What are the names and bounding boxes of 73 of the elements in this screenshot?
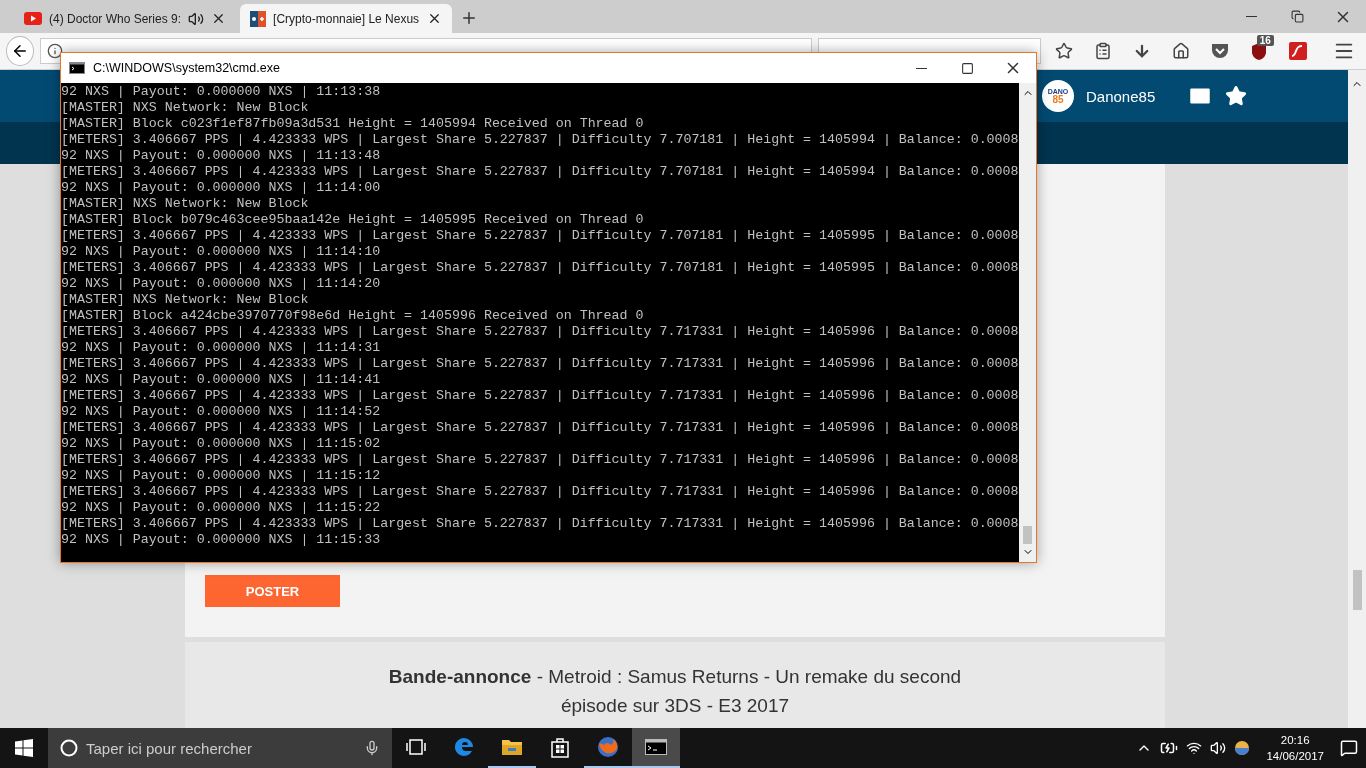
minimize-icon bbox=[1245, 16, 1257, 17]
console-line: 92 NXS | Payout: 0.000000 NXS | 11:14:41 bbox=[61, 372, 382, 388]
console-line: [METERS] 3.406667 PPS | 4.423333 WPS | Largest Share 5.227837 | Difficulty 7.717331 | Height = 1405996 | Balance: 0.0008 bbox=[61, 420, 1019, 436]
speaker-icon[interactable] bbox=[188, 10, 205, 27]
console-line: [METERS] 3.406667 PPS | 4.423333 WPS | Largest Share 5.227837 | Difficulty 7.717331 | Height = 1405996 | Balance: 0.0008 bbox=[61, 388, 1019, 404]
folder-icon bbox=[501, 737, 523, 757]
star-icon bbox=[1054, 42, 1073, 60]
video-logo-icon bbox=[24, 12, 42, 25]
console-icon bbox=[645, 739, 667, 755]
console-line: [METERS] 3.406667 PPS | 4.423333 WPS | Largest Share 5.227837 | Difficulty 7.717331 | Height = 1405996 | Balance: 0.0008 bbox=[61, 324, 1019, 340]
flash-icon bbox=[1289, 42, 1308, 60]
wifi-icon[interactable] bbox=[1186, 740, 1203, 756]
maximize-icon bbox=[960, 61, 974, 75]
ball-icon[interactable] bbox=[1234, 740, 1251, 756]
shield-button[interactable]: 16 bbox=[1242, 36, 1276, 66]
search-placeholder: Taper ici pour rechercher bbox=[86, 739, 253, 757]
console-line: [MASTER] Block a424cbe3970770f98e6d Height = 1405996 Received on Thread 0 bbox=[61, 308, 645, 324]
console-line: 92 NXS | Payout: 0.000000 NXS | 11:14:20 bbox=[61, 276, 382, 292]
trailer-headline[interactable]: Bande-annonce - Metroid : Samus Returns - Un remake du second épisode sur 3DS - E3 2017 bbox=[365, 662, 985, 728]
console-line: 92 NXS | Payout: 0.000000 NXS | 11:14:00 bbox=[61, 180, 382, 196]
console-line: 92 NXS | Payout: 0.000000 NXS | 11:15:22 bbox=[61, 500, 382, 516]
console-line: [METERS] 3.406667 PPS | 4.423333 WPS | Largest Share 5.227837 | Difficulty 7.707181 | Height = 1405995 | Balance: 0.0008 bbox=[61, 228, 1019, 244]
volume-icon[interactable] bbox=[1210, 740, 1227, 756]
shopping-bag-icon bbox=[550, 736, 570, 758]
notifications-icon[interactable] bbox=[1340, 739, 1358, 757]
clipboard-icon bbox=[1093, 42, 1112, 60]
window-title: C:\WINDOWS\system32\cmd.exe bbox=[93, 61, 280, 75]
browser-logo-icon bbox=[453, 736, 475, 758]
scrollbar[interactable] bbox=[1019, 83, 1036, 562]
back-button[interactable] bbox=[6, 36, 34, 66]
star-icon[interactable] bbox=[1225, 85, 1248, 107]
cortana-icon bbox=[60, 739, 78, 757]
console-line: [METERS] 3.406667 PPS | 4.423333 WPS | Largest Share 5.227837 | Difficulty 7.717331 | Height = 1405996 | Balance: 0.0008 bbox=[61, 356, 1019, 372]
username[interactable]: Danone85 bbox=[1086, 87, 1156, 105]
clock[interactable]: 20:16 14/06/2017 bbox=[1258, 732, 1332, 764]
console-line: [MASTER] NXS Network: New Block bbox=[61, 196, 310, 212]
scrollbar[interactable] bbox=[1348, 70, 1366, 728]
console-line: [MASTER] NXS Network: New Block bbox=[61, 292, 310, 308]
minimize-icon bbox=[915, 67, 927, 69]
pocket-icon bbox=[1211, 43, 1230, 59]
console-line: [METERS] 3.406667 PPS | 4.423333 WPS | Largest Share 5.227837 | Difficulty 7.717331 | Height = 1405996 | Balance: 0.0008 bbox=[61, 516, 1019, 532]
console-icon bbox=[69, 62, 85, 74]
restore-icon bbox=[1290, 10, 1304, 23]
console-line: 92 NXS | Payout: 0.000000 NXS | 11:15:02 bbox=[61, 436, 382, 452]
scroll-thumb[interactable] bbox=[1023, 526, 1032, 544]
console-line: 92 NXS | Payout: 0.000000 NXS | 11:15:33 bbox=[61, 532, 382, 548]
site-logo-icon bbox=[250, 10, 267, 27]
console-line: [METERS] 3.406667 PPS | 4.423333 WPS | Largest Share 5.227837 | Difficulty 7.707181 | Height = 1405995 | Balance: 0.0008 bbox=[61, 260, 1019, 276]
console-line: [METERS] 3.406667 PPS | 4.423333 WPS | Largest Share 5.227837 | Difficulty 7.717331 | Height = 1405996 | Balance: 0.0008 bbox=[61, 452, 1019, 468]
console-line: 92 NXS | Payout: 0.000000 NXS | 11:13:48 bbox=[61, 148, 382, 164]
taskbar-search-field[interactable]: Taper ici pour rechercher bbox=[48, 728, 392, 768]
info-icon bbox=[46, 43, 63, 59]
console-line: [METERS] 3.406667 PPS | 4.423333 WPS | Largest Share 5.227837 | Difficulty 7.707181 | Height = 1405994 | Balance: 0.0008 bbox=[61, 132, 1019, 148]
taskbar-app-button[interactable] bbox=[632, 728, 680, 768]
console-line: 92 NXS | Payout: 0.000000 NXS | 11:13:38 bbox=[61, 84, 382, 100]
scroll-thumb[interactable] bbox=[1352, 570, 1362, 610]
home-icon bbox=[1172, 42, 1191, 60]
console-line: [MASTER] Block b079c463cee95baa142e Height = 1405995 Received on Thread 0 bbox=[61, 212, 645, 228]
console-line: 92 NXS | Payout: 0.000000 NXS | 11:14:52 bbox=[61, 404, 382, 420]
console-line: 92 NXS | Payout: 0.000000 NXS | 11:14:10 bbox=[61, 244, 382, 260]
task-view-icon bbox=[406, 739, 426, 755]
console-line: 92 NXS | Payout: 0.000000 NXS | 11:14:31 bbox=[61, 340, 382, 356]
browser-tab[interactable]: (4) Doctor Who Series 9: bbox=[14, 4, 237, 33]
mic-icon[interactable] bbox=[364, 740, 380, 756]
console-line: 92 NXS | Payout: 0.000000 NXS | 11:15:12 bbox=[61, 468, 382, 484]
fox-globe-icon bbox=[596, 735, 620, 759]
console-line: [MASTER] Block c023f1ef87fb09a3d531 Height = 1405994 Received on Thread 0 bbox=[61, 116, 645, 132]
console-line: [METERS] 3.406667 PPS | 4.423333 WPS | Largest Share 5.227837 | Difficulty 7.717331 | Height = 1405996 | Balance: 0.0008 bbox=[61, 484, 1019, 500]
browser-tab[interactable]: [Crypto-monnaie] Le Nexus bbox=[240, 4, 453, 33]
console-line: [METERS] 3.406667 PPS | 4.423333 WPS | Largest Share 5.227837 | Difficulty 7.707181 | Height = 1405994 | Balance: 0.0008 bbox=[61, 164, 1019, 180]
windows-logo-icon bbox=[15, 739, 33, 757]
console-line: [MASTER] NXS Network: New Block bbox=[61, 100, 310, 116]
count-badge: 16 bbox=[1256, 35, 1274, 46]
